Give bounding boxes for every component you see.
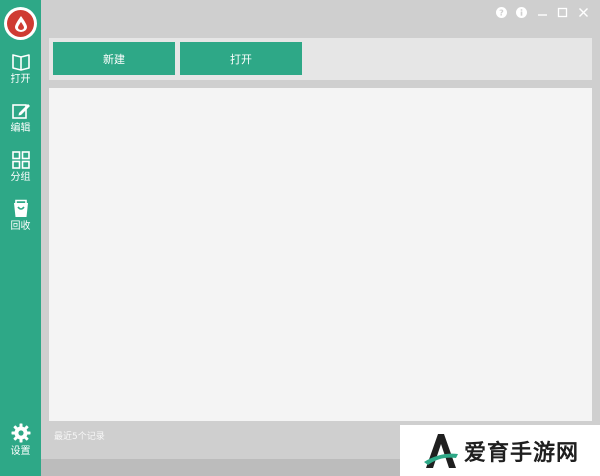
close-button[interactable] [577,6,589,18]
sidebar-item-label: 打开 [10,74,31,85]
sidebar: 打开 编辑 分组 回收 设置 [0,0,41,476]
app-logo [4,7,37,40]
watermark-text: 爱育手游网 [464,440,580,466]
sidebar-item-label: 分组 [10,172,31,183]
svg-text:?: ? [499,8,504,17]
title-bar: ? [41,0,600,25]
minimize-button[interactable] [536,6,548,18]
info-button[interactable] [515,6,527,18]
open-button[interactable]: 打开 [180,42,302,75]
trash-bag-icon [13,199,28,217]
toolbar: 新建 打开 [49,38,592,80]
watermark-logo [424,433,458,468]
sidebar-item-label: 回收 [10,221,31,232]
sidebar-item-label: 设置 [10,446,31,457]
maximize-button[interactable] [556,6,568,18]
watermark: 爱育手游网 [400,425,600,476]
book-icon [11,54,30,71]
maximize-icon [557,7,567,17]
minimize-icon [537,13,547,16]
info-icon [515,6,527,18]
sidebar-item-recycle[interactable]: 回收 [0,199,41,232]
new-button[interactable]: 新建 [53,42,175,75]
close-icon [578,7,588,17]
help-icon: ? [495,6,507,18]
grid-icon [11,151,30,169]
sidebar-item-group[interactable]: 分组 [0,151,41,183]
help-button[interactable]: ? [495,6,507,18]
sidebar-item-label: 编辑 [10,123,31,134]
sidebar-item-settings[interactable]: 设置 [0,423,41,457]
edit-icon [11,104,30,119]
recent-records-label: 最近5个记录 [54,432,105,442]
drop-icon [14,15,27,32]
recent-records-panel [49,88,592,421]
sidebar-item-edit[interactable]: 编辑 [0,102,41,134]
sidebar-item-open[interactable]: 打开 [0,54,41,85]
gear-icon [11,423,30,443]
